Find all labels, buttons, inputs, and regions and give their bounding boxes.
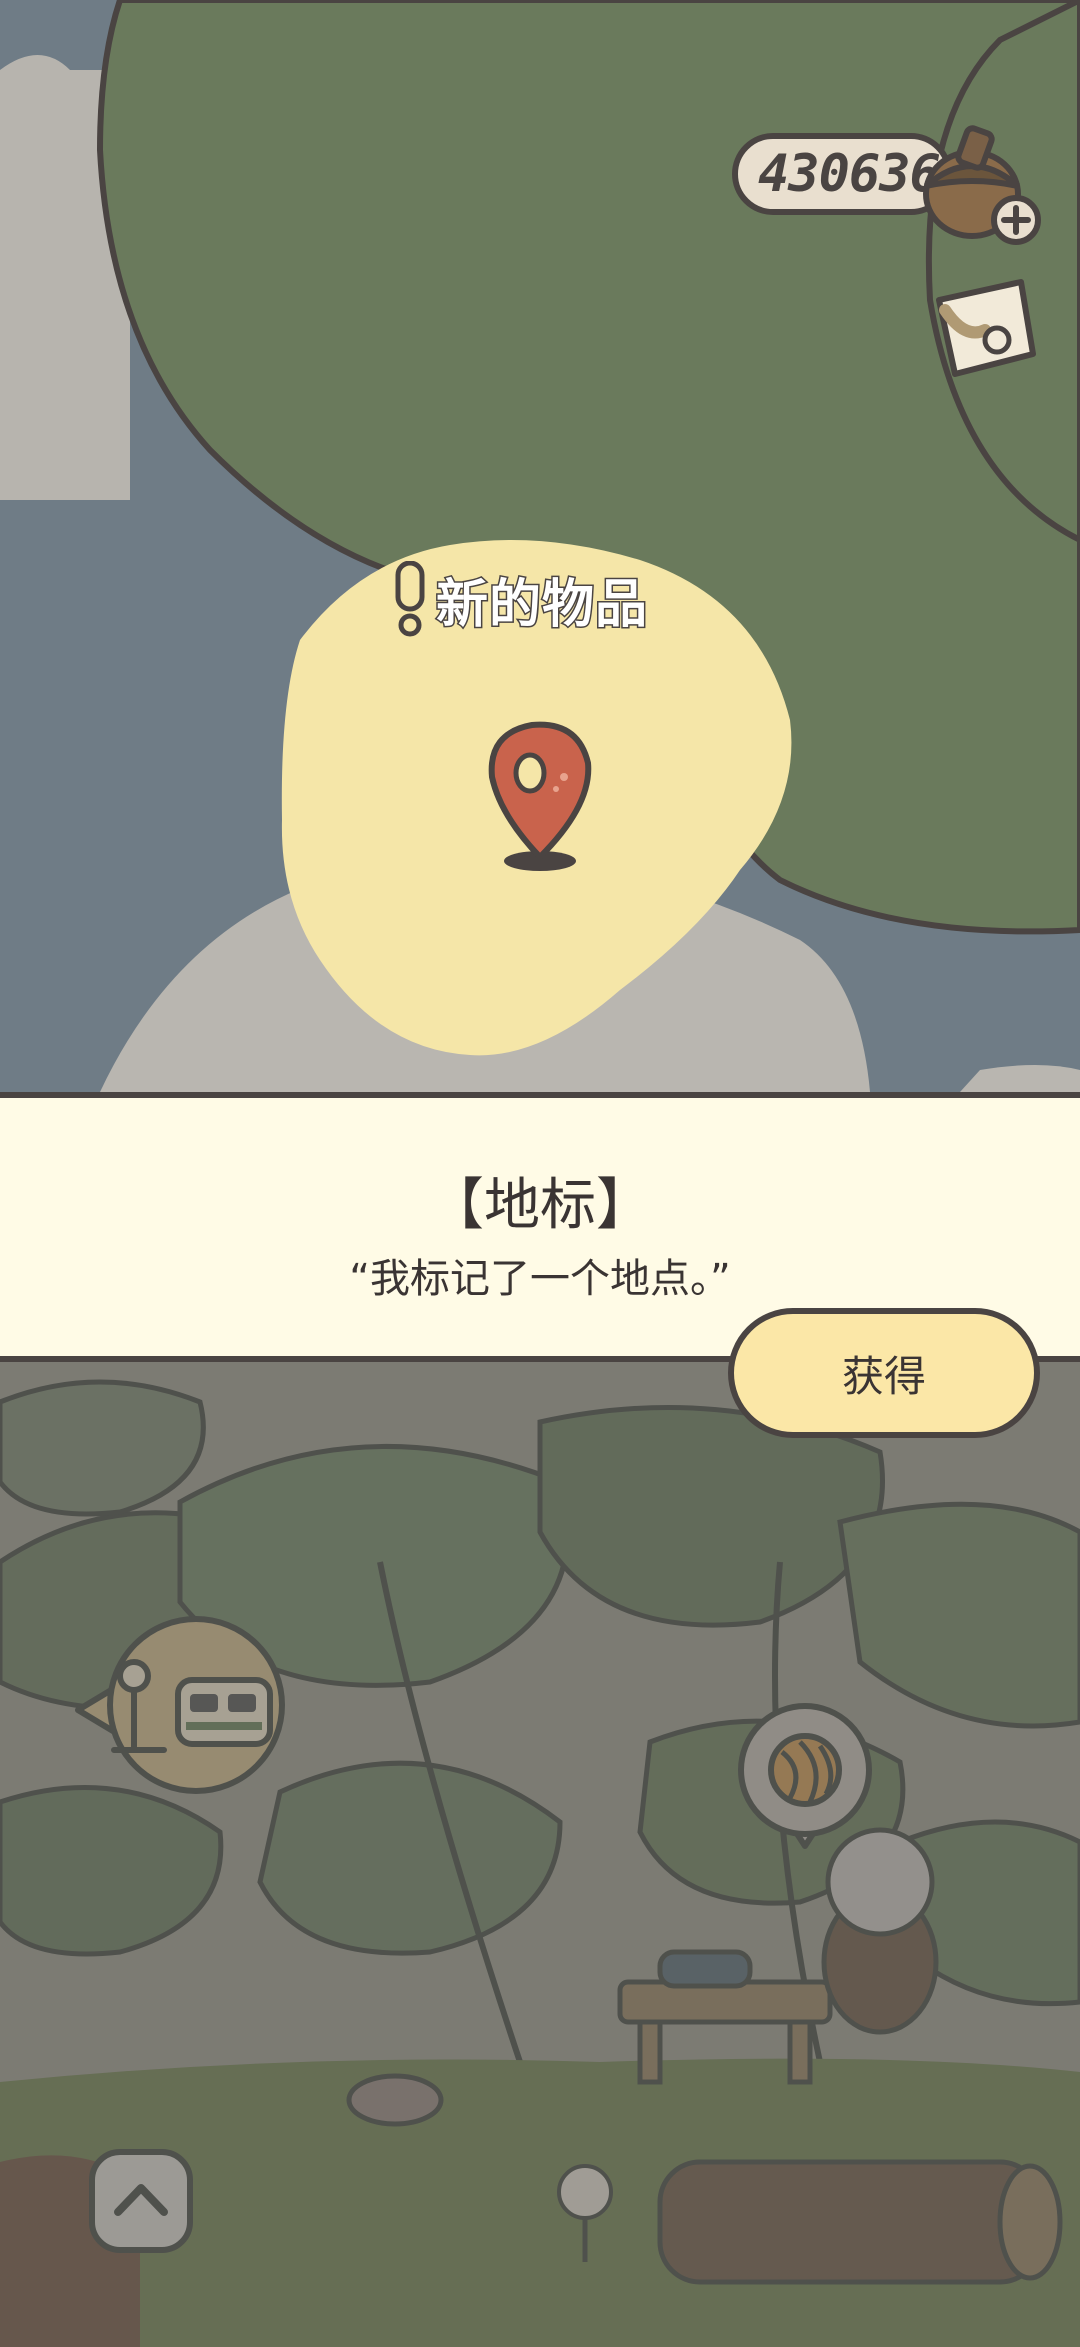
letter-icon[interactable] [925,270,1045,390]
get-button-label: 获得 [841,1351,926,1401]
acorn-icon[interactable] [904,116,1044,246]
item-quote: “我标记了一个地点。” [349,1256,731,1302]
exclamation-icon [395,561,425,637]
new-item-tag: 新的物品 [392,561,649,637]
item-title: 【地标】 [428,1173,652,1238]
forest-scene[interactable] [0,1362,1080,2347]
yarn-icon[interactable] [730,1702,880,1852]
chevron-up-icon[interactable] [88,2148,194,2254]
map-view[interactable]: 430636 新的物品 [0,0,1080,1092]
get-button[interactable]: 获得 [728,1308,1040,1438]
location-pin-icon[interactable] [470,715,610,875]
bus-stop-icon[interactable] [68,1610,288,1800]
new-item-label: 新的物品 [434,573,649,636]
